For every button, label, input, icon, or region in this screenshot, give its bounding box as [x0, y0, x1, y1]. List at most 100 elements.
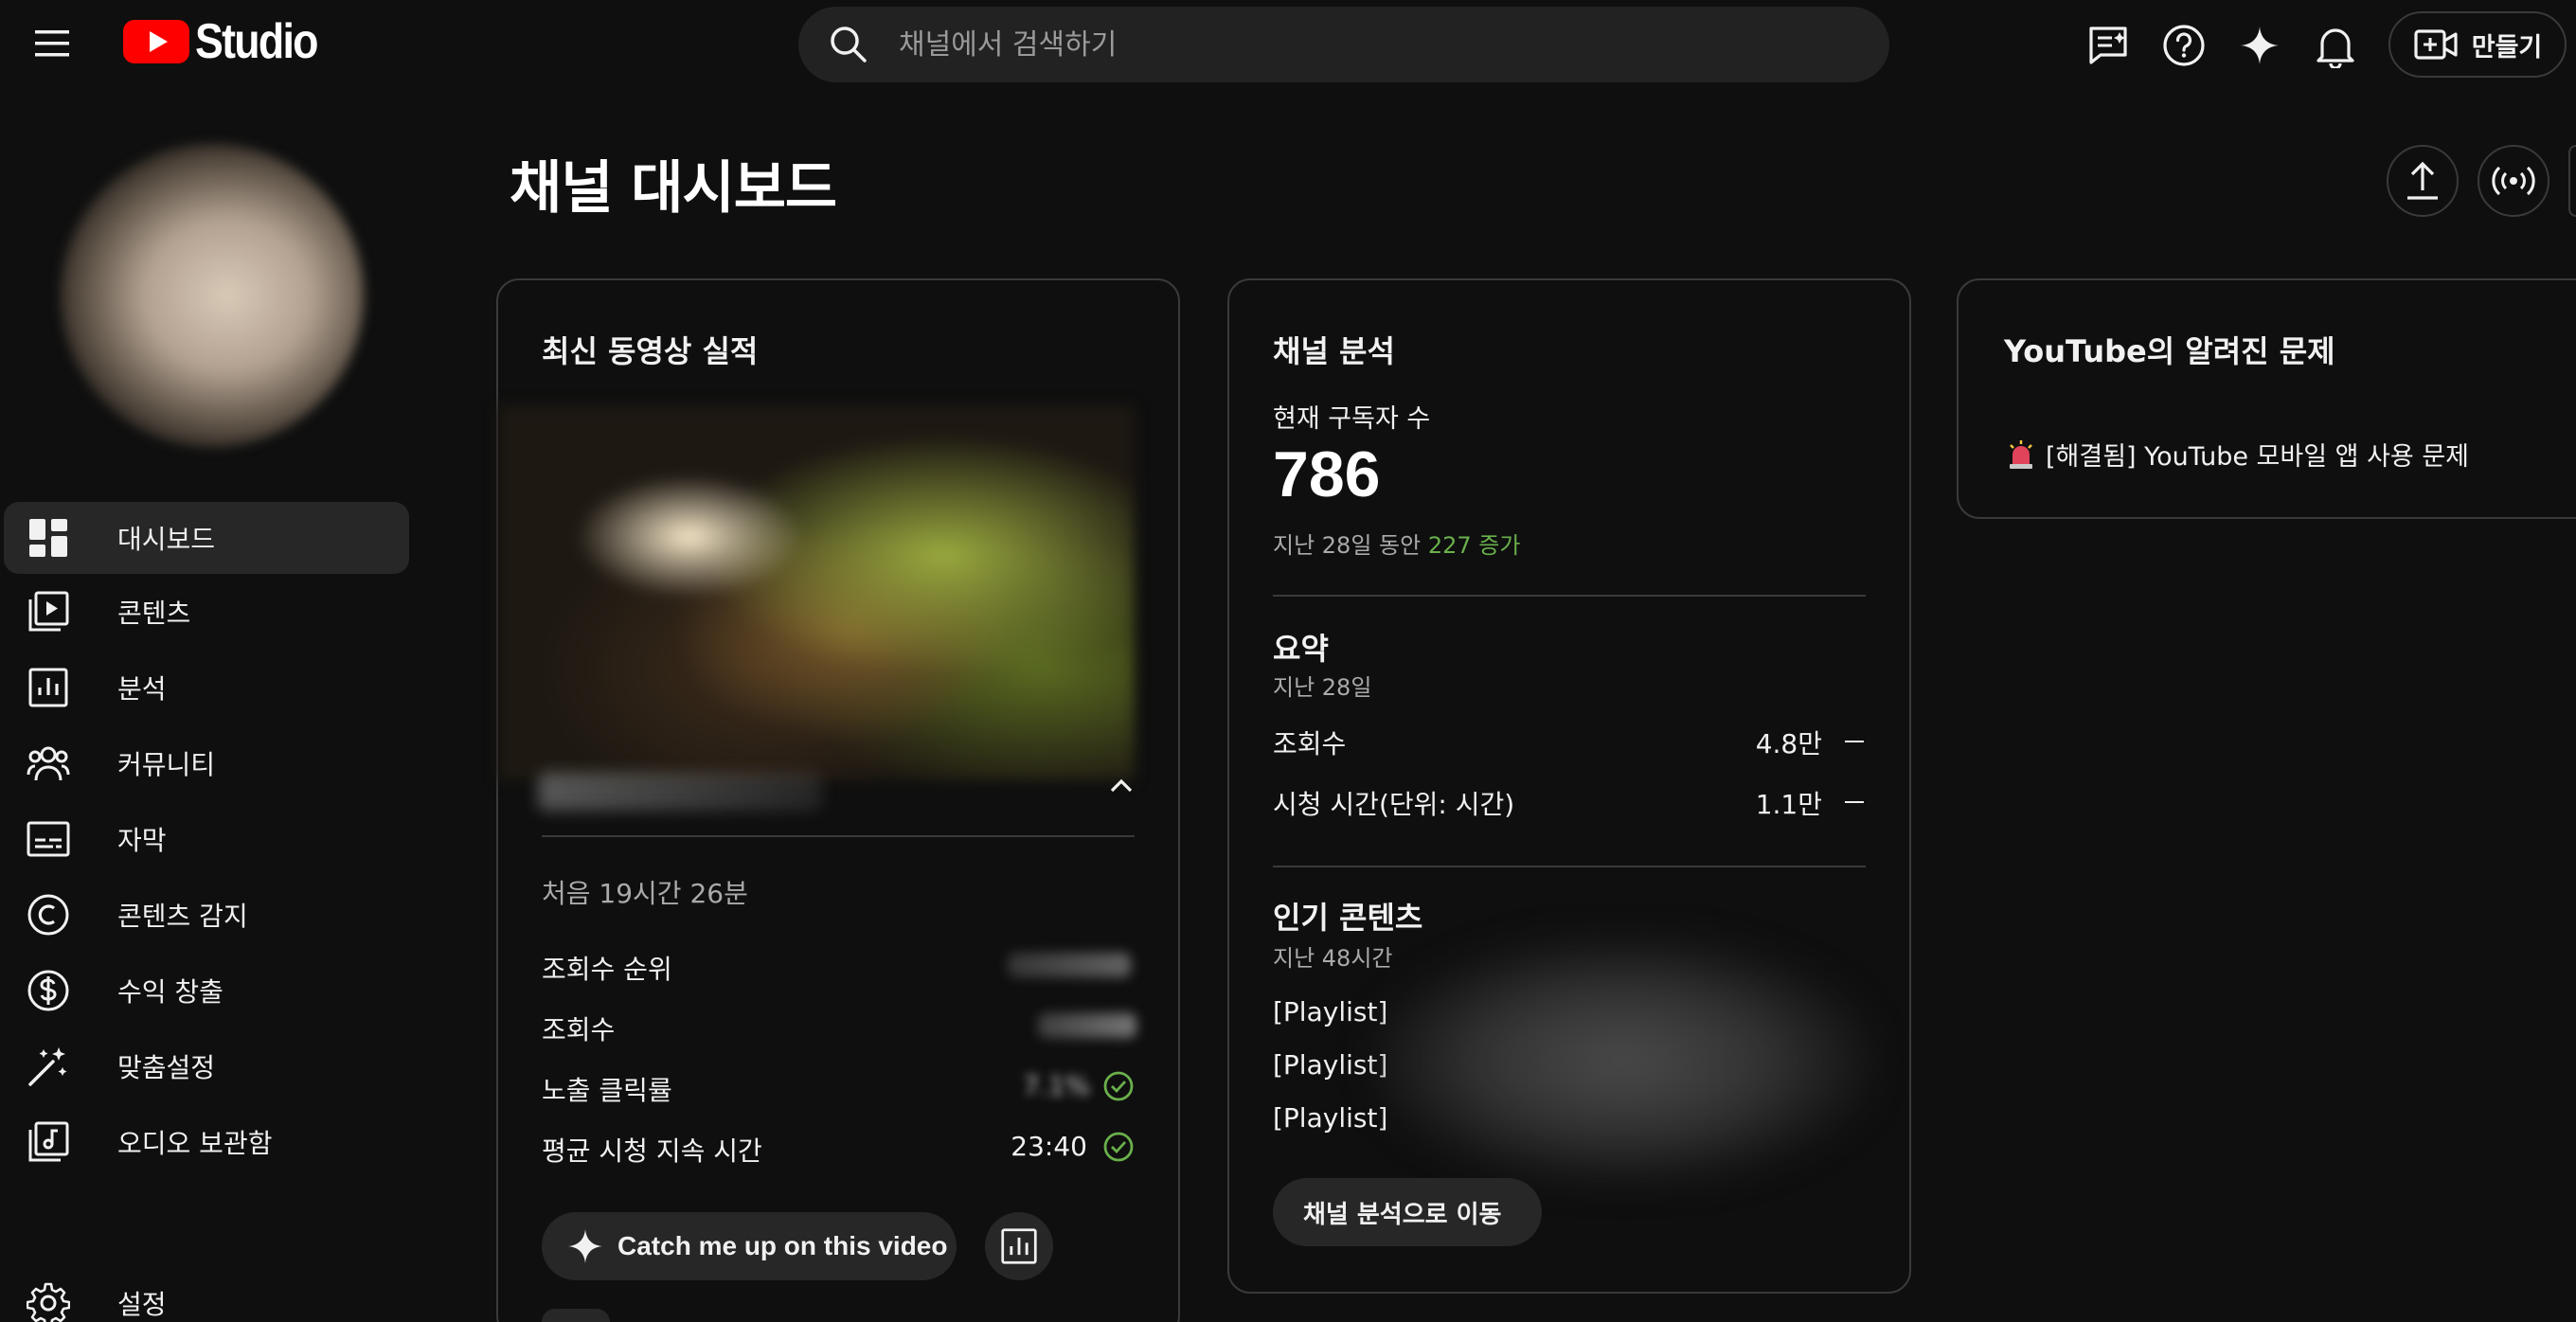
- blurred-content: [1371, 938, 1873, 1184]
- view-rank-label: 조회수 순위: [542, 954, 672, 985]
- summary-views-value: 4.8만: [1755, 728, 1822, 759]
- top-bar: Studio 채널에서 검색하기 만들기: [0, 0, 2576, 87]
- content-icon: [27, 590, 70, 634]
- video-thumbnail[interactable]: [498, 405, 1135, 780]
- search-bar[interactable]: [798, 7, 1889, 82]
- comments-button[interactable]: [542, 1309, 610, 1322]
- divider: [1273, 866, 1866, 867]
- sidebar-item-label: 맞춤설정: [117, 1052, 216, 1083]
- settings-icon: [27, 1281, 70, 1322]
- search-input[interactable]: [899, 27, 1751, 62]
- notifications-button[interactable]: [2309, 19, 2362, 72]
- ctr-label: 노출 클릭률: [542, 1075, 672, 1106]
- first-period-label: 처음 19시간 26분: [542, 878, 748, 909]
- subtitles-icon: [27, 817, 70, 861]
- sidebar-item-customization[interactable]: 맞춤설정: [4, 1030, 409, 1102]
- upload-icon: [2407, 161, 2438, 200]
- sidebar-item-label: 분석: [117, 673, 167, 705]
- subscribers-label: 현재 구독자 수: [1273, 404, 1431, 434]
- feedback-button[interactable]: [2082, 19, 2135, 72]
- menu-button[interactable]: [21, 17, 83, 70]
- help-button[interactable]: [2157, 19, 2210, 72]
- views-label: 조회수: [542, 1014, 616, 1045]
- sidebar-item-subtitles[interactable]: 자막: [4, 803, 409, 875]
- analytics-icon: [27, 666, 70, 709]
- go-live-button[interactable]: [2478, 145, 2549, 217]
- monetization-icon: [27, 969, 70, 1012]
- known-issue-text: [해결됨] YouTube 모바일 앱 사용 문제: [2046, 442, 2470, 472]
- upload-button[interactable]: [2387, 145, 2459, 217]
- dashboard-icon: [27, 516, 70, 560]
- sidebar-item-dashboard[interactable]: 대시보드: [4, 502, 409, 574]
- avg-view-duration-value: 23:40: [1011, 1131, 1087, 1162]
- known-issue-item[interactable]: [해결됨] YouTube 모바일 앱 사용 문제: [2008, 436, 2469, 473]
- hamburger-icon: [35, 30, 69, 57]
- views-value: [1038, 1013, 1136, 1038]
- sidebar-item-label: 커뮤니티: [117, 749, 216, 780]
- audio-library-icon: [27, 1120, 70, 1164]
- summary-watch-time-label: 시청 시간(단위: 시간): [1273, 789, 1515, 820]
- view-rank-value: [1008, 953, 1131, 977]
- sidebar-item-label: 자막: [117, 825, 167, 856]
- analytics-icon: [1001, 1228, 1037, 1264]
- sidebar-item-label: 대시보드: [117, 524, 216, 555]
- add-video-icon: [2414, 29, 2458, 60]
- studio-logo[interactable]: Studio: [123, 14, 337, 69]
- sidebar-item-label: 수익 창출: [117, 976, 224, 1008]
- check-circle-icon: [1103, 1071, 1134, 1101]
- chevron-up-icon[interactable]: [1104, 769, 1138, 803]
- summary-watch-time-value: 1.1만: [1755, 789, 1822, 820]
- sidebar-item-copyright[interactable]: 콘텐츠 감지: [4, 879, 409, 951]
- popular-content-title: 인기 콘텐츠: [1273, 900, 1423, 936]
- no-change-indicator: [1845, 741, 1864, 742]
- latest-video-title: 최신 동영상 실적: [542, 333, 759, 369]
- video-title[interactable]: [538, 773, 822, 811]
- customization-icon: [27, 1045, 70, 1088]
- no-change-indicator: [1845, 801, 1864, 803]
- check-circle-icon: [1103, 1132, 1134, 1162]
- subscriber-change: 지난 28일 동안 227 증가: [1273, 527, 1520, 560]
- known-issues-card: [1957, 278, 2576, 519]
- logo-text: Studio: [195, 14, 319, 69]
- divider: [542, 835, 1135, 837]
- sidebar-item-monetization[interactable]: 수익 창출: [4, 955, 409, 1027]
- create-label: 만들기: [2471, 32, 2543, 63]
- sidebar-item-label: 콘텐츠 감지: [117, 901, 248, 932]
- video-analytics-button[interactable]: [985, 1212, 1053, 1280]
- community-icon: [27, 741, 70, 785]
- sidebar-item-label: 콘텐츠: [117, 598, 191, 629]
- catch-me-up-button[interactable]: Catch me up on this video: [542, 1212, 957, 1280]
- ai-assist-button[interactable]: [2233, 19, 2286, 72]
- sparkle-icon: [2241, 27, 2279, 64]
- create-button[interactable]: 만들기: [2388, 11, 2567, 78]
- feedback-icon: [2089, 27, 2127, 64]
- subscriber-change-period: 지난 28일 동안: [1273, 532, 1422, 559]
- bell-icon: [2317, 28, 2354, 68]
- sparkle-icon: [567, 1228, 603, 1264]
- avg-view-duration-label: 평균 시청 지속 시간: [542, 1135, 762, 1167]
- subscriber-change-value: 227 증가: [1427, 532, 1521, 559]
- live-broadcast-icon: [2492, 166, 2535, 196]
- alert-siren-icon: [2010, 439, 2032, 469]
- known-issues-title: YouTube의 알려진 문제: [2004, 333, 2335, 369]
- search-icon: [831, 27, 867, 63]
- channel-analytics-title: 채널 분석: [1273, 333, 1395, 369]
- ctr-value: 7.1%: [1023, 1070, 1091, 1101]
- more-actions-button[interactable]: [2568, 145, 2576, 217]
- sidebar-item-settings[interactable]: 설정: [4, 1267, 409, 1322]
- help-icon: [2163, 25, 2205, 66]
- sidebar-item-analytics[interactable]: 분석: [4, 652, 409, 724]
- channel-avatar[interactable]: [61, 144, 364, 447]
- summary-views-label: 조회수: [1273, 728, 1347, 759]
- catch-me-up-label: Catch me up on this video: [617, 1231, 948, 1260]
- sidebar-item-community[interactable]: 커뮤니티: [4, 727, 409, 799]
- sidebar-item-label: 설정: [117, 1289, 167, 1320]
- go-to-analytics-label: 채널 분석으로 이동: [1303, 1200, 1502, 1229]
- sidebar-item-content[interactable]: 콘텐츠: [4, 576, 409, 648]
- sidebar-item-audio-library[interactable]: 오디오 보관함: [4, 1106, 409, 1178]
- youtube-logo-icon: [123, 20, 189, 63]
- sidebar-item-label: 오디오 보관함: [117, 1128, 273, 1159]
- divider: [1273, 595, 1866, 597]
- copyright-icon: [27, 893, 70, 937]
- go-to-analytics-button[interactable]: 채널 분석으로 이동: [1273, 1178, 1542, 1246]
